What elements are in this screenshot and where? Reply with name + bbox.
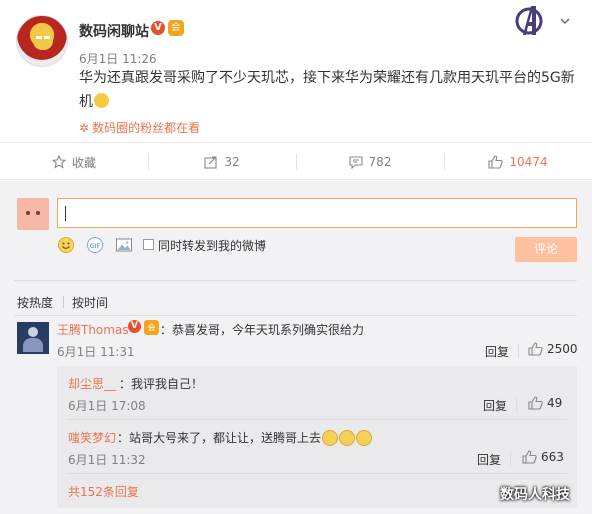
comment-time: 6月1日 11:31 xyxy=(57,345,135,359)
my-avatar xyxy=(17,198,49,230)
verified-badge-icon: V xyxy=(128,320,141,333)
avatar-eye xyxy=(44,36,50,39)
reply-like-count: 663 xyxy=(541,450,564,464)
divider xyxy=(510,452,511,466)
commenter-avatar[interactable] xyxy=(17,322,49,354)
sync-repost-checkbox[interactable] xyxy=(143,239,154,250)
reply-like-count: 49 xyxy=(547,396,563,410)
member-badge-icon: 会 xyxy=(144,320,159,335)
avatar-eye xyxy=(26,211,30,215)
watermark: 数码人科技 xyxy=(500,487,570,503)
like-button[interactable]: 10474 xyxy=(444,143,592,181)
comment-text: ：恭喜发哥，今年天玑系列确实很给力 xyxy=(160,323,365,337)
verified-badge-icon: V xyxy=(151,21,165,35)
smile-icon[interactable] xyxy=(57,236,75,254)
divider xyxy=(14,315,577,316)
star-icon xyxy=(51,155,66,169)
divider xyxy=(14,280,577,281)
image-icon[interactable] xyxy=(115,236,133,254)
reply-text: ：站哥大号来了，都让让，送腾哥上去 xyxy=(117,429,373,446)
repost-button[interactable]: 32 xyxy=(148,143,296,181)
reply-button[interactable]: 回复 xyxy=(477,451,501,468)
avatar-eye xyxy=(36,36,42,39)
avatar-body xyxy=(23,338,43,352)
comment-input[interactable] xyxy=(57,198,577,228)
ironman-mask xyxy=(33,28,53,50)
avengers-logo-icon xyxy=(515,6,543,35)
svg-text:GIF: GIF xyxy=(90,242,101,250)
repost-icon xyxy=(204,156,217,169)
member-badge-icon: 会 xyxy=(168,20,184,36)
chevron-down-icon[interactable] xyxy=(560,16,570,26)
reply-like-button[interactable]: 663 xyxy=(522,450,564,464)
weibo-post: 数码闲聊站 V 会 6月1日 11:26 华为还真跟发哥采购了不少天玑芯，接下来… xyxy=(0,0,592,142)
author-name[interactable]: 数码闲聊站 xyxy=(79,21,149,41)
favorite-button[interactable]: 收藏 xyxy=(0,143,148,181)
thumb-up-icon xyxy=(528,342,543,356)
divider xyxy=(67,473,567,474)
comment-icon xyxy=(348,156,363,169)
like-count: 10474 xyxy=(509,155,548,169)
reply-like-button[interactable]: 49 xyxy=(528,396,562,410)
reply-time: 6月1日 11:32 xyxy=(68,453,146,467)
avatar-eye xyxy=(36,211,40,215)
post-text-content: 华为还真跟发哥采购了不少天玑芯，接下来华为荣耀还有几款用天玑平台的5G新机 xyxy=(79,70,575,110)
action-bar: 收藏 32 782 10474 xyxy=(0,142,592,180)
more-replies-link[interactable]: 共152条回复 xyxy=(68,483,139,500)
sort-by-hot[interactable]: 按热度 xyxy=(17,294,53,311)
reply-author[interactable]: 嗤笑梦幻 xyxy=(68,429,116,446)
repost-count: 32 xyxy=(224,155,240,169)
thumb-up-icon xyxy=(522,450,537,464)
comment-like-count: 2500 xyxy=(547,342,578,356)
grin-emoji-icon xyxy=(94,93,109,108)
cat-emoji-icon xyxy=(339,430,356,446)
divider xyxy=(63,296,64,308)
divider xyxy=(516,398,517,412)
fans-label: 数码圈的粉丝都在看 xyxy=(92,121,201,135)
fans-watching[interactable]: ✲ 数码圈的粉丝都在看 xyxy=(79,119,200,136)
text-caret xyxy=(65,206,66,221)
post-time[interactable]: 6月1日 11:26 xyxy=(79,50,157,67)
thumb-up-icon xyxy=(488,155,504,169)
reply-author[interactable]: 却尘思__ xyxy=(68,375,116,392)
comment-button[interactable]: 782 xyxy=(296,143,444,181)
divider xyxy=(518,344,519,358)
commenter-name[interactable]: 王腾Thomas xyxy=(57,321,129,338)
gif-icon[interactable]: GIF xyxy=(86,236,104,254)
comment-count: 782 xyxy=(368,155,392,169)
submit-comment-button[interactable]: 评论 xyxy=(515,237,577,262)
sort-by-time[interactable]: 按时间 xyxy=(72,294,108,311)
post-text: 华为还真跟发哥采购了不少天玑芯，接下来华为荣耀还有几款用天玑平台的5G新机 xyxy=(79,66,579,114)
reply-button[interactable]: 回复 xyxy=(485,343,509,360)
reply-button[interactable]: 回复 xyxy=(483,397,507,414)
author-avatar[interactable] xyxy=(16,15,68,67)
cat-emoji-icon xyxy=(356,430,373,446)
favorite-label: 收藏 xyxy=(71,155,96,170)
cat-emoji-icon xyxy=(322,430,339,446)
avatar-head xyxy=(28,327,38,337)
divider xyxy=(67,419,567,420)
reply-text: ：我评我自己！ xyxy=(119,377,204,391)
reply-time: 6月1日 17:08 xyxy=(68,399,146,413)
comment-like-button[interactable]: 2500 xyxy=(528,342,578,356)
reply-text-content: ：站哥大号来了，都让让，送腾哥上去 xyxy=(117,431,322,445)
sync-repost-label: 同时转发到我的微博 xyxy=(158,239,267,253)
thumb-up-icon xyxy=(528,396,543,410)
flower-icon: ✲ xyxy=(79,121,90,135)
